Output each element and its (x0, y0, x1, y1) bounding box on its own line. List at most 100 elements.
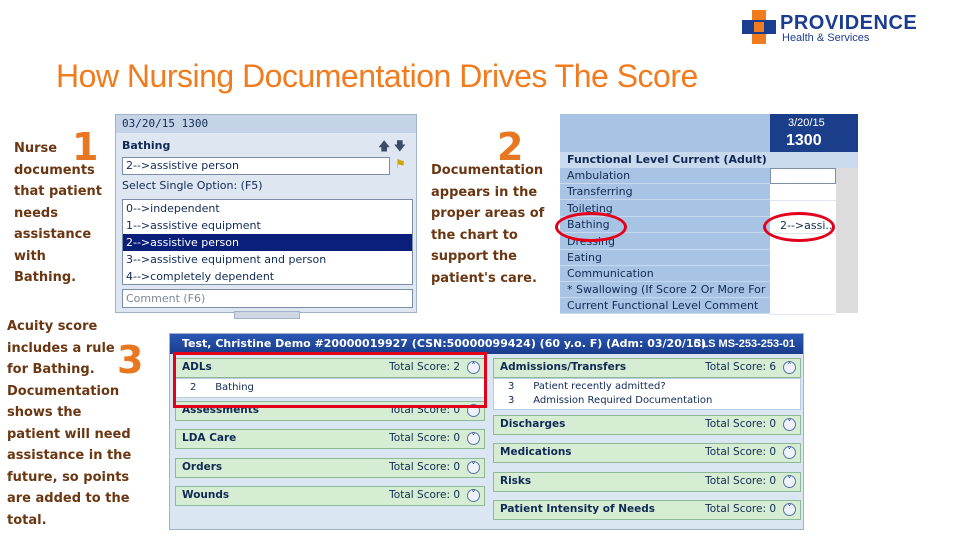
section-name: Medications (500, 446, 572, 458)
section-patient-intensity[interactable]: Patient Intensity of Needs Total Score: … (493, 500, 801, 520)
option-independent[interactable]: 0-->independent (123, 200, 412, 217)
arrow-down-icon[interactable]: 🡇 (394, 139, 406, 153)
expand-icon[interactable]: ˅ (783, 503, 796, 516)
callout-line: assistance (14, 227, 92, 242)
callout-line: Documentation (431, 163, 544, 178)
callout-line: needs (14, 205, 58, 221)
logo-subtitle: Health & Services (782, 32, 870, 44)
section-name: Admissions/Transfers (500, 361, 627, 373)
bathing-entry-panel: 03/20/15 1300 Bathing 🡅 🡇 2-->assistive … (115, 114, 417, 313)
bathing-value-input[interactable]: 2-->assistive person (122, 157, 390, 175)
section-score: Total Score: 0 (705, 418, 776, 430)
column-time: 1300 (786, 132, 822, 149)
section-orders[interactable]: Orders Total Score: 0 ˅ (175, 458, 485, 478)
callout-line: support the (431, 249, 517, 264)
callout-line: patient's care. (431, 270, 537, 286)
comment-input[interactable]: Comment (F6) (122, 289, 413, 308)
row-ambulation[interactable]: Ambulation (560, 168, 770, 184)
section-medications[interactable]: Medications Total Score: 0 ˅ (493, 443, 801, 463)
row-swallowing[interactable]: * Swallowing (If Score 2 Or More For (560, 282, 770, 298)
section-name: Risks (500, 475, 532, 487)
callout-1-number: 1 (72, 125, 99, 169)
section-admissions-transfers[interactable]: Admissions/Transfers Total Score: 6 ˄ (493, 358, 801, 378)
callout-line: are added to the (7, 491, 130, 506)
callout-line: Acuity score (7, 319, 98, 334)
row-transferring[interactable]: Transferring (560, 184, 770, 200)
list-item: 3 Patient recently admitted? (508, 381, 666, 392)
section-score: Total Score: 0 (389, 489, 460, 501)
item-label: Patient recently admitted? (533, 381, 666, 392)
section-score: Total Score: 0 (705, 503, 776, 515)
cross-logo-icon (742, 10, 776, 44)
collapse-icon[interactable]: ˄ (783, 361, 796, 374)
highlight-adls-section (173, 352, 487, 408)
item-points: 3 (508, 381, 515, 392)
section-score: Total Score: 0 (705, 475, 776, 487)
callout-line: total. (7, 512, 47, 528)
select-option-label: Select Single Option: (F5) (122, 179, 263, 192)
expand-icon[interactable]: ˅ (783, 475, 796, 488)
field-label-bathing: Bathing (122, 139, 171, 152)
grid-cell[interactable] (770, 250, 836, 267)
callout-line: patient will need (7, 426, 131, 442)
row-comment[interactable]: Current Functional Level Comment (560, 298, 770, 314)
callout-line: with (14, 248, 46, 264)
expand-icon[interactable]: ˅ (783, 418, 796, 431)
section-risks[interactable]: Risks Total Score: 0 ˅ (493, 472, 801, 492)
section-wounds[interactable]: Wounds Total Score: 0 ˅ (175, 486, 485, 506)
callout-line: for Bathing. (7, 362, 95, 377)
expand-icon[interactable]: ˅ (783, 446, 796, 459)
callout-line: the chart to (431, 227, 518, 243)
entry-datetime: 03/20/15 1300 (116, 115, 416, 133)
item-points: 3 (508, 395, 515, 406)
section-name: Discharges (500, 418, 566, 430)
section-discharges[interactable]: Discharges Total Score: 0 ˅ (493, 415, 801, 435)
list-item: 3 Admission Required Documentation (508, 395, 712, 406)
grid-cell[interactable] (770, 298, 836, 315)
callout-3-number: 3 (117, 338, 144, 382)
option-equipment-and-person[interactable]: 3-->assistive equipment and person (123, 251, 412, 268)
scroll-gutter (836, 168, 858, 313)
row-communication[interactable]: Communication (560, 266, 770, 282)
section-score: Total Score: 0 (389, 461, 460, 473)
highlight-bathing-row (555, 212, 627, 242)
section-score: Total Score: 6 (705, 361, 776, 373)
expand-icon[interactable]: ˅ (467, 489, 480, 502)
callout-line: includes a rule (7, 340, 115, 356)
highlight-bathing-value (763, 212, 835, 242)
grid-cell[interactable] (770, 266, 836, 283)
callout-line: assistance in the (7, 448, 132, 463)
section-name: Patient Intensity of Needs (500, 503, 655, 515)
section-name: LDA Care (182, 432, 237, 444)
reorder-controls: 🡅 🡇 (378, 137, 406, 158)
section-name: Wounds (182, 489, 230, 501)
grid-cell[interactable] (770, 184, 836, 201)
callout-3-text: Acuity score includes a rule for Bathing… (7, 316, 131, 531)
callout-2-text: Documentation appears in the proper area… (431, 160, 544, 289)
option-list[interactable]: 0-->independent 1-->assistive equipment … (122, 199, 413, 285)
section-score: Total Score: 0 (389, 432, 460, 444)
option-assistive-person[interactable]: 2-->assistive person (123, 234, 412, 251)
flag-icon[interactable]: ⚑ (395, 157, 406, 171)
option-completely-dependent[interactable]: 4-->completely dependent (123, 268, 412, 285)
unit-location: CLS MS-253-253-01 (693, 338, 796, 350)
cell-ambulation[interactable] (770, 168, 836, 184)
grid-cell[interactable] (770, 282, 836, 299)
column-date: 3/20/15 (788, 117, 825, 129)
expand-icon[interactable]: ˅ (467, 461, 480, 474)
section-score: Total Score: 0 (705, 446, 776, 458)
admissions-items: 3 Patient recently admitted? 3 Admission… (493, 378, 801, 410)
panel-resize-handle[interactable] (234, 311, 300, 319)
callout-line: proper areas of (431, 206, 545, 221)
row-eating[interactable]: Eating (560, 250, 770, 266)
section-title: Functional Level Current (Adult) (560, 152, 858, 168)
option-assistive-equipment[interactable]: 1-->assistive equipment (123, 217, 412, 234)
section-lda-care[interactable]: LDA Care Total Score: 0 ˅ (175, 429, 485, 449)
callout-line: that patient (14, 184, 103, 199)
expand-icon[interactable]: ˅ (467, 432, 480, 445)
section-name: Orders (182, 461, 223, 473)
callout-line: Bathing. (14, 270, 77, 285)
slide-title: How Nursing Documentation Drives The Sco… (56, 58, 698, 94)
arrow-up-icon[interactable]: 🡅 (378, 139, 390, 153)
callout-line: appears in the (431, 184, 538, 200)
